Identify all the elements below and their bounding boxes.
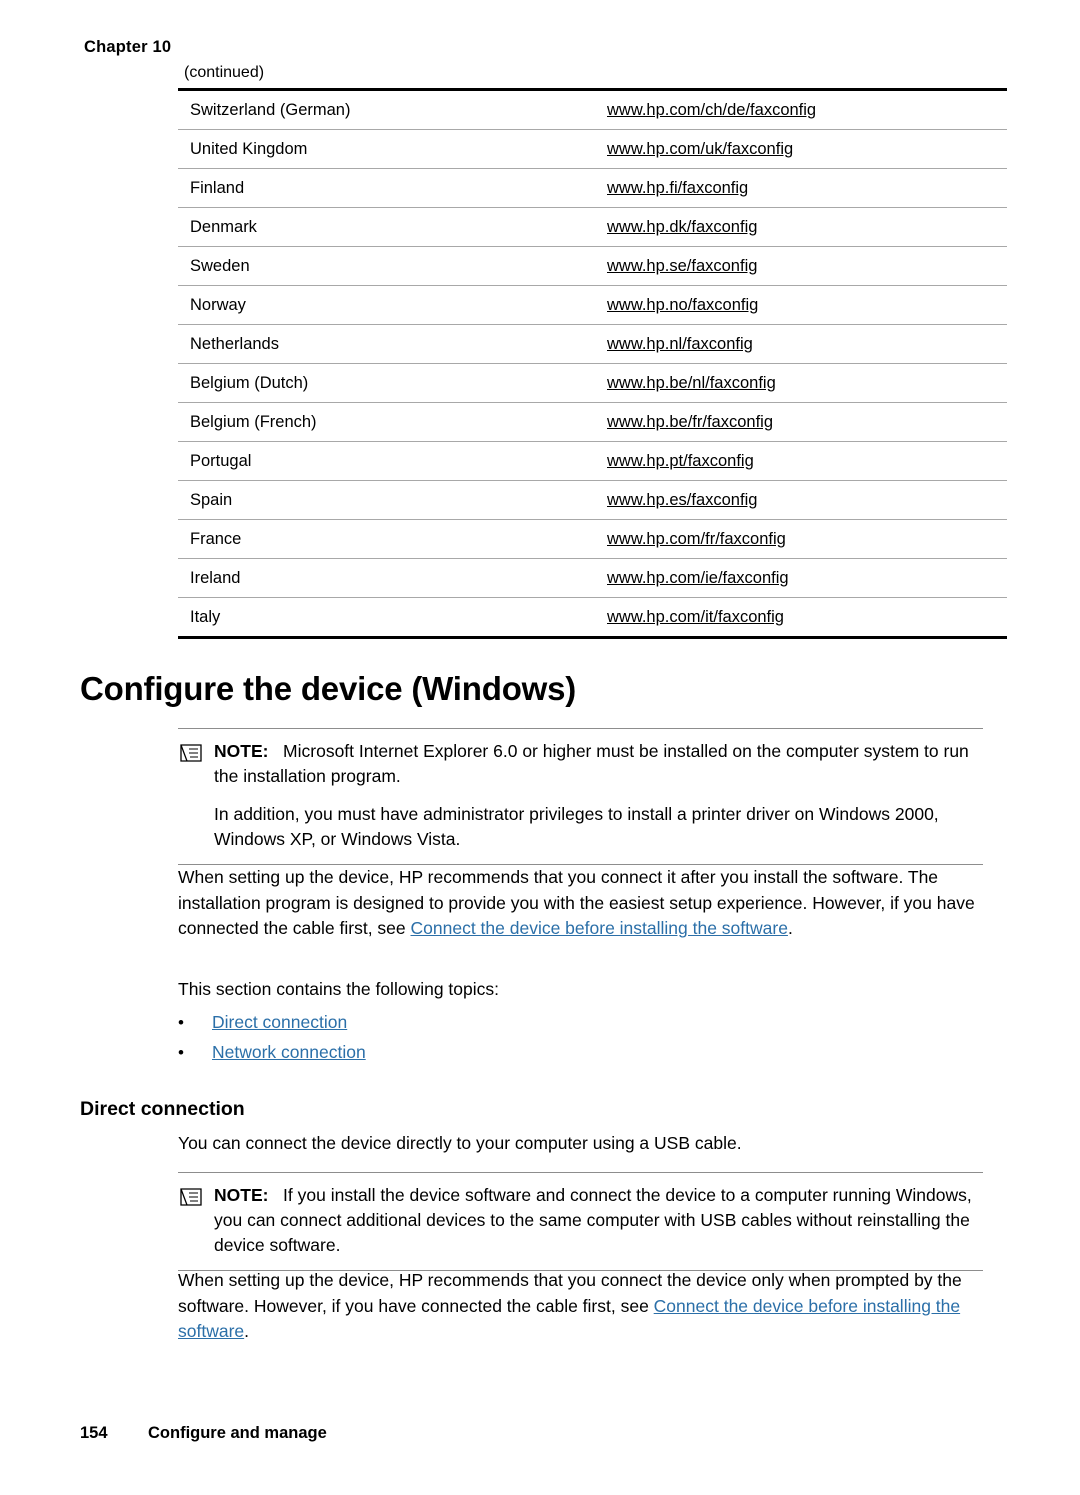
table-cell-url: www.hp.es/faxconfig bbox=[595, 480, 1007, 520]
table-cell-url: www.hp.no/faxconfig bbox=[595, 285, 1007, 325]
table-cell-country: Portugal bbox=[178, 441, 595, 481]
table-cell-country: Norway bbox=[178, 285, 595, 325]
note-text: Microsoft Internet Explorer 6.0 or highe… bbox=[214, 741, 969, 786]
fax-config-table: Switzerland (German) www.hp.com/ch/de/fa… bbox=[178, 88, 1007, 639]
table-row: Denmark www.hp.dk/faxconfig bbox=[178, 207, 1007, 247]
link-connect-before-install[interactable]: Connect the device before installing the… bbox=[411, 918, 788, 938]
fax-config-link[interactable]: www.hp.com/uk/faxconfig bbox=[607, 140, 793, 158]
table-cell-country: Denmark bbox=[178, 207, 595, 247]
table-row: Spain www.hp.es/faxconfig bbox=[178, 480, 1007, 520]
page-title: Configure the device (Windows) bbox=[80, 670, 577, 707]
table-row: Finland www.hp.fi/faxconfig bbox=[178, 168, 1007, 208]
note-icon bbox=[180, 1188, 202, 1206]
fax-config-table-body: Switzerland (German) www.hp.com/ch/de/fa… bbox=[178, 88, 1007, 639]
table-cell-url: www.hp.be/nl/faxconfig bbox=[595, 363, 1007, 403]
fax-config-link[interactable]: www.hp.com/it/faxconfig bbox=[607, 608, 784, 626]
fax-config-table-wrapper: Switzerland (German) www.hp.com/ch/de/fa… bbox=[178, 88, 1007, 639]
fax-config-link[interactable]: www.hp.com/ie/faxconfig bbox=[607, 569, 789, 587]
subsection-title: Direct connection bbox=[80, 1098, 245, 1120]
table-row: Italy www.hp.com/it/faxconfig bbox=[178, 597, 1007, 639]
table-cell-url: www.hp.se/faxconfig bbox=[595, 246, 1007, 286]
intro-text-after-link: . bbox=[787, 918, 793, 938]
list-item: • Direct connection bbox=[178, 1010, 778, 1040]
table-cell-url: www.hp.pt/faxconfig bbox=[595, 441, 1007, 481]
note-icon bbox=[180, 744, 202, 762]
fax-config-link[interactable]: www.hp.no/faxconfig bbox=[607, 296, 758, 314]
table-row: France www.hp.com/fr/faxconfig bbox=[178, 519, 1007, 559]
topics-bullet-list: • Direct connection • Network connection bbox=[178, 1010, 778, 1070]
table-cell-url: www.hp.com/fr/faxconfig bbox=[595, 519, 1007, 559]
note-box-ie-requirement: NOTE: Microsoft Internet Explorer 6.0 or… bbox=[178, 728, 983, 865]
table-cell-country: France bbox=[178, 519, 595, 559]
table-row: Netherlands www.hp.nl/faxconfig bbox=[178, 324, 1007, 364]
fax-config-link[interactable]: www.hp.com/fr/faxconfig bbox=[607, 530, 786, 548]
table-cell-country: Spain bbox=[178, 480, 595, 520]
bullet-icon: • bbox=[178, 1013, 184, 1032]
note-text-secondary: In addition, you must have administrator… bbox=[214, 804, 939, 849]
footer-page-number: 154 bbox=[80, 1424, 108, 1442]
fax-config-link[interactable]: www.hp.com/ch/de/faxconfig bbox=[607, 101, 816, 119]
list-item: • Network connection bbox=[178, 1040, 778, 1070]
table-cell-url: www.hp.com/it/faxconfig bbox=[595, 597, 1007, 639]
table-cell-url: www.hp.nl/faxconfig bbox=[595, 324, 1007, 364]
table-row: Belgium (Dutch) www.hp.be/nl/faxconfig bbox=[178, 363, 1007, 403]
table-cell-url: www.hp.fi/faxconfig bbox=[595, 168, 1007, 208]
note-body: NOTE: Microsoft Internet Explorer 6.0 or… bbox=[214, 739, 983, 852]
table-cell-country: Finland bbox=[178, 168, 595, 208]
table-row: Portugal www.hp.pt/faxconfig bbox=[178, 441, 1007, 481]
table-cell-country: Belgium (French) bbox=[178, 402, 595, 442]
fax-config-link[interactable]: www.hp.pt/faxconfig bbox=[607, 452, 754, 470]
topics-line: This section contains the following topi… bbox=[178, 979, 499, 999]
table-cell-url: www.hp.dk/faxconfig bbox=[595, 207, 1007, 247]
link-network-connection[interactable]: Network connection bbox=[212, 1040, 366, 1065]
table-cell-country: Netherlands bbox=[178, 324, 595, 364]
closing-paragraph: When setting up the device, HP recommend… bbox=[178, 1268, 988, 1345]
table-cell-country: Italy bbox=[178, 597, 595, 639]
fax-config-link[interactable]: www.hp.nl/faxconfig bbox=[607, 335, 753, 353]
footer-section-name: Configure and manage bbox=[148, 1424, 327, 1442]
note-text: If you install the device software and c… bbox=[214, 1185, 972, 1255]
table-cell-url: www.hp.com/uk/faxconfig bbox=[595, 129, 1007, 169]
fax-config-link[interactable]: www.hp.fi/faxconfig bbox=[607, 179, 748, 197]
note-box-usb-devices: NOTE: If you install the device software… bbox=[178, 1172, 983, 1271]
table-cell-url: www.hp.com/ie/faxconfig bbox=[595, 558, 1007, 598]
fax-config-link[interactable]: www.hp.se/faxconfig bbox=[607, 257, 757, 275]
table-cell-country: Ireland bbox=[178, 558, 595, 598]
table-continued-label: (continued) bbox=[184, 64, 265, 81]
chapter-header: Chapter 10 bbox=[84, 38, 172, 56]
table-cell-country: Belgium (Dutch) bbox=[178, 363, 595, 403]
table-row: Belgium (French) www.hp.be/fr/faxconfig bbox=[178, 402, 1007, 442]
table-row: Ireland www.hp.com/ie/faxconfig bbox=[178, 558, 1007, 598]
table-row: United Kingdom www.hp.com/uk/faxconfig bbox=[178, 129, 1007, 169]
table-cell-country: Switzerland (German) bbox=[178, 88, 595, 130]
table-cell-url: www.hp.com/ch/de/faxconfig bbox=[595, 88, 1007, 130]
fax-config-link[interactable]: www.hp.be/fr/faxconfig bbox=[607, 413, 773, 431]
table-row: Sweden www.hp.se/faxconfig bbox=[178, 246, 1007, 286]
bullet-icon: • bbox=[178, 1043, 184, 1062]
document-page: Chapter 10 (continued) Switzerland (Germ… bbox=[0, 0, 1080, 1495]
table-cell-country: Sweden bbox=[178, 246, 595, 286]
intro-paragraph: When setting up the device, HP recommend… bbox=[178, 865, 988, 942]
fax-config-link[interactable]: www.hp.be/nl/faxconfig bbox=[607, 374, 776, 392]
note-body: NOTE: If you install the device software… bbox=[214, 1183, 983, 1258]
link-direct-connection[interactable]: Direct connection bbox=[212, 1010, 347, 1035]
fax-config-link[interactable]: www.hp.es/faxconfig bbox=[607, 491, 757, 509]
note-label: NOTE: bbox=[214, 741, 269, 761]
table-row: Switzerland (German) www.hp.com/ch/de/fa… bbox=[178, 88, 1007, 130]
subsection-body: You can connect the device directly to y… bbox=[178, 1133, 742, 1153]
table-cell-country: United Kingdom bbox=[178, 129, 595, 169]
fax-config-link[interactable]: www.hp.dk/faxconfig bbox=[607, 218, 757, 236]
table-row: Norway www.hp.no/faxconfig bbox=[178, 285, 1007, 325]
closing-text-after-link: . bbox=[244, 1321, 250, 1341]
note-label: NOTE: bbox=[214, 1185, 269, 1205]
table-cell-url: www.hp.be/fr/faxconfig bbox=[595, 402, 1007, 442]
